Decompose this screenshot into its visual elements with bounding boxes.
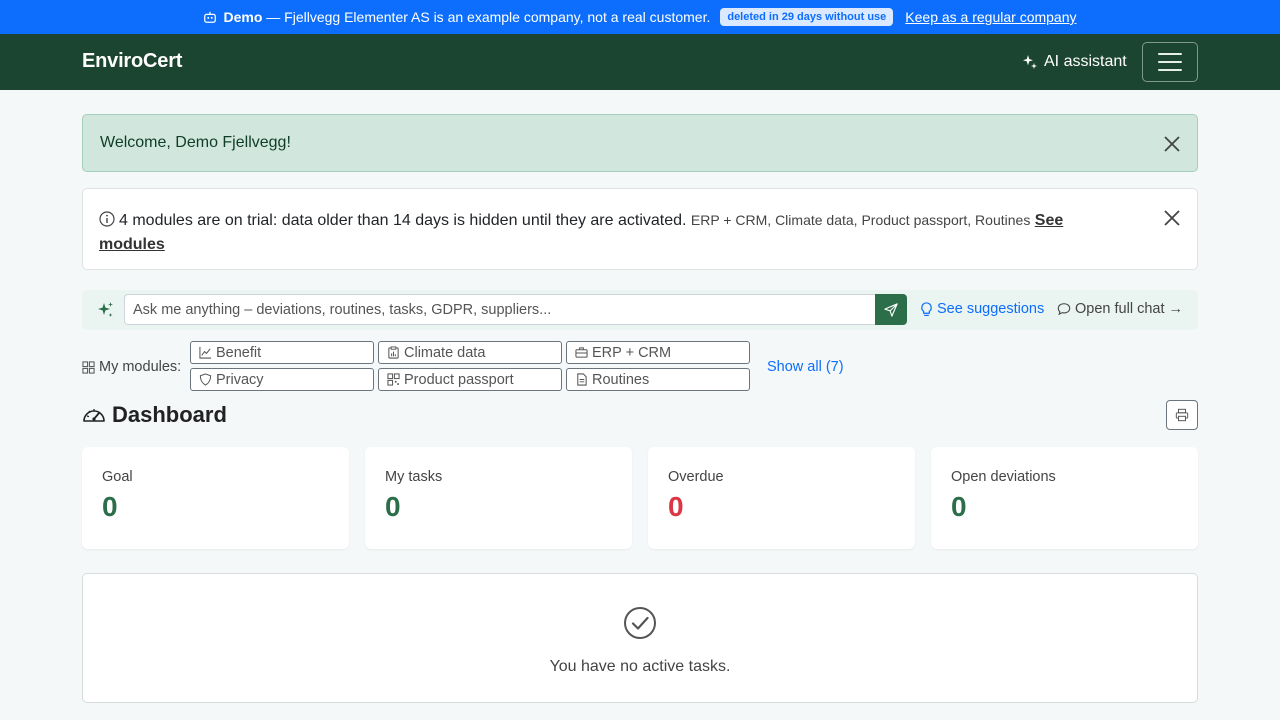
close-icon[interactable]: [1163, 209, 1181, 227]
stat-label: Overdue: [668, 469, 724, 485]
speedometer-icon: [83, 409, 105, 422]
stat-label: Goal: [102, 469, 133, 485]
module-erp-crm[interactable]: ERP + CRM: [566, 341, 750, 364]
ask-bar: See suggestions Open full chat →: [82, 290, 1198, 330]
see-suggestions-link[interactable]: See suggestions: [920, 301, 1044, 317]
check-circle-icon: [624, 607, 656, 639]
info-icon: [99, 211, 115, 227]
printer-icon: [1175, 408, 1189, 422]
show-all-modules-link[interactable]: Show all (7): [767, 359, 844, 375]
chart-line-icon: [199, 346, 212, 359]
brand-logo[interactable]: EnviroCert: [82, 50, 182, 73]
trial-modules: ERP + CRM, Climate data, Product passpor…: [690, 212, 1031, 228]
clipboard-data-icon: [388, 346, 399, 359]
module-privacy[interactable]: Privacy: [190, 368, 374, 391]
page-title: Dashboard: [82, 402, 227, 428]
stat-card-my-tasks[interactable]: My tasks 0: [365, 447, 632, 549]
module-climate-data[interactable]: Climate data: [378, 341, 562, 364]
stat-card-goal[interactable]: Goal 0: [82, 447, 349, 549]
ask-input[interactable]: [124, 294, 876, 325]
open-full-chat-label: Open full chat →: [1075, 301, 1183, 317]
welcome-alert: Welcome, Demo Fjellvegg!: [82, 114, 1198, 172]
trial-message: 4 modules are on trial: data older than …: [119, 212, 687, 229]
stat-value: 0: [951, 491, 967, 522]
module-product-passport[interactable]: Product passport: [378, 368, 562, 391]
keep-company-link[interactable]: Keep as a regular company: [905, 9, 1076, 25]
sparkles-icon: [98, 302, 113, 317]
stat-value: 0: [668, 491, 684, 522]
module-benefit[interactable]: Benefit: [190, 341, 374, 364]
menu-toggle-button[interactable]: [1142, 42, 1198, 82]
stat-value: 0: [385, 491, 401, 522]
my-modules-label: My modules:: [82, 359, 181, 375]
tasks-empty-state: You have no active tasks.: [82, 573, 1198, 703]
document-icon: [577, 373, 587, 386]
deletion-pill: deleted in 29 days without use: [720, 8, 894, 26]
stat-value: 0: [102, 491, 118, 522]
shield-icon: [199, 373, 212, 386]
send-icon: [884, 302, 898, 317]
demo-badge: Demo: [223, 9, 263, 25]
trial-alert: 4 modules are on trial: data older than …: [82, 188, 1198, 270]
demo-message: — Fjellvegg Elementer AS is an example c…: [262, 9, 711, 25]
robot-icon: [204, 11, 217, 23]
briefcase-icon: [575, 347, 588, 358]
print-button[interactable]: [1166, 400, 1198, 430]
qr-code-icon: [387, 373, 400, 386]
ai-assistant-button[interactable]: AI assistant: [1022, 50, 1127, 74]
chat-icon: [1057, 303, 1071, 316]
sparkles-icon: [1023, 55, 1037, 69]
open-full-chat-link[interactable]: Open full chat →: [1057, 301, 1183, 317]
ai-assistant-label: AI assistant: [1044, 53, 1127, 70]
stat-card-open-deviations[interactable]: Open deviations 0: [931, 447, 1198, 549]
demo-banner: Demo — Fjellvegg Elementer AS is an exam…: [0, 0, 1280, 34]
module-routines[interactable]: Routines: [566, 368, 750, 391]
welcome-text: Welcome, Demo Fjellvegg!: [100, 134, 291, 151]
stat-card-overdue[interactable]: Overdue 0: [648, 447, 915, 549]
send-button[interactable]: [875, 294, 907, 325]
see-suggestions-label: See suggestions: [937, 301, 1045, 317]
close-icon[interactable]: [1163, 135, 1181, 153]
grid-icon: [82, 360, 95, 374]
navbar: EnviroCert AI assistant: [0, 34, 1280, 90]
empty-tasks-text: You have no active tasks.: [549, 658, 731, 675]
hamburger-icon: [1158, 53, 1182, 55]
stat-label: My tasks: [385, 469, 443, 485]
lightbulb-icon: [921, 301, 932, 316]
stat-label: Open deviations: [951, 469, 1056, 485]
